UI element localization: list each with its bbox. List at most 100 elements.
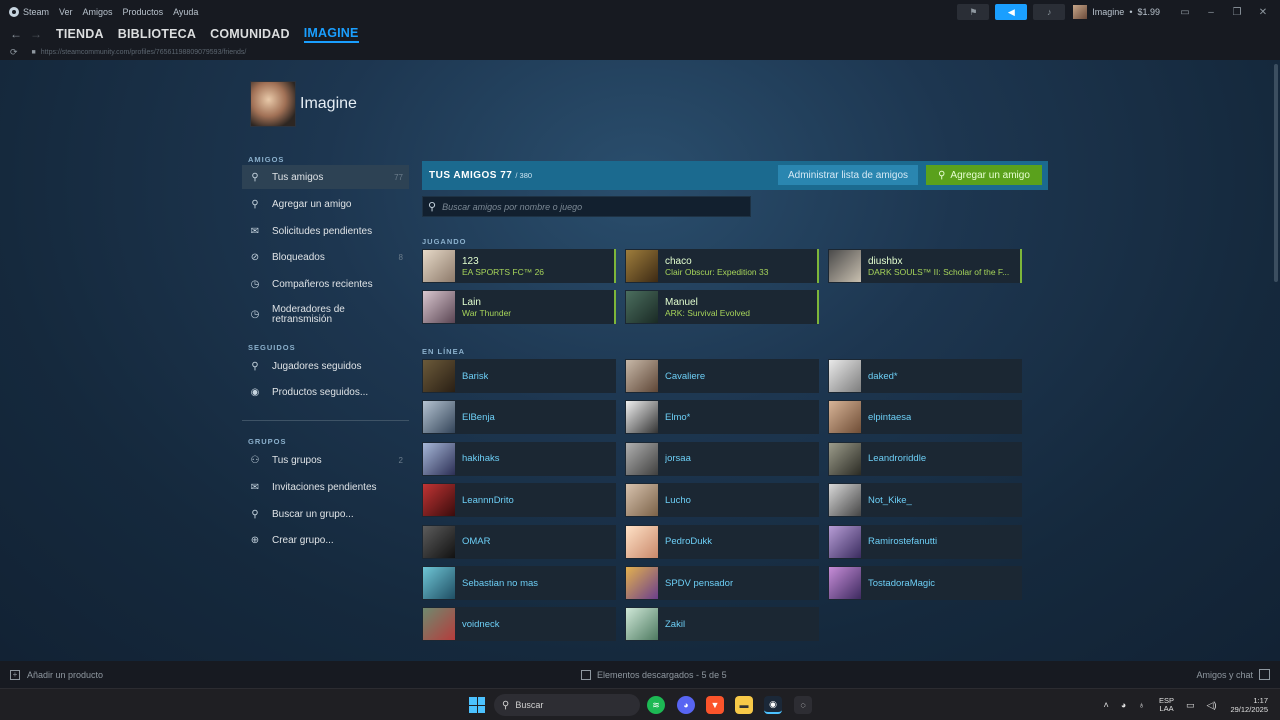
sidebar-item-solicitudes[interactable]: ✉ Solicitudes pendientes — [242, 219, 409, 243]
downloads-status[interactable]: Elementos descargados - 5 de 5 — [581, 669, 727, 680]
sidebar-item-productos-seguidos[interactable]: ◉ Productos seguidos... — [242, 380, 409, 404]
friend-card-online[interactable]: Lucho — [625, 483, 819, 518]
sidebar-item-label: Jugadores seguidos — [272, 360, 362, 372]
profile-name[interactable]: Imagine — [300, 95, 357, 113]
profile-avatar[interactable] — [250, 81, 296, 127]
volume-icon[interactable]: ◁) — [1207, 700, 1217, 711]
sidebar-item-tus-grupos[interactable]: ⚇ Tus grupos 2 — [242, 448, 409, 472]
tab-imagine[interactable]: IMAGINE — [303, 26, 359, 43]
sidebar-heading-seguidos: SEGUIDOS — [248, 343, 296, 352]
friend-name: Sebastian no mas — [462, 577, 539, 589]
menu-ayuda[interactable]: Ayuda — [173, 7, 198, 17]
sidebar-item-moderadores[interactable]: ◷ Moderadores de retransmisión — [242, 300, 409, 330]
friend-card-online[interactable]: elpintaesa — [828, 400, 1022, 435]
friend-card-online[interactable]: jorsaa — [625, 441, 819, 476]
account-menu[interactable]: Imagine • $1.99 — [1073, 5, 1160, 19]
chevron-up-icon[interactable]: ˄ — [1104, 700, 1109, 710]
friend-card-playing[interactable]: chaco Clair Obscur: Expedition 33 — [625, 249, 819, 283]
reload-icon[interactable]: ⟳ — [10, 47, 18, 58]
friends-title-label: TUS AMIGOS — [429, 170, 497, 181]
friend-card-online[interactable]: Sebastian no mas — [422, 566, 616, 600]
sidebar-item-invitaciones[interactable]: ✉ Invitaciones pendientes — [242, 475, 409, 499]
steam-taskbar-icon[interactable]: ◉ — [764, 696, 782, 714]
manage-friends-button[interactable]: Administrar lista de amigos — [778, 165, 918, 185]
menu-productos[interactable]: Productos — [123, 7, 164, 17]
clock-icon: ◷ — [250, 278, 260, 290]
friend-card-playing[interactable]: 123 EA SPORTS FC™ 26 — [422, 249, 616, 283]
main-content: Imagine AMIGOS ⚲ Tus amigos 77 ⚲ Agregar… — [0, 60, 1280, 661]
sidebar-item-agregar-amigo[interactable]: ⚲ Agregar un amigo — [242, 192, 409, 216]
discord-tray-icon[interactable]: ◕ — [1121, 700, 1126, 710]
discord-icon[interactable]: ◕ — [677, 696, 695, 714]
menu-ver[interactable]: Ver — [59, 7, 73, 17]
friend-card-online[interactable]: OMAR — [422, 524, 616, 559]
sidebar-item-label: Compañeros recientes — [272, 278, 373, 290]
add-product-link[interactable]: Añadir un producto — [27, 670, 103, 680]
friend-card-online[interactable]: Zakil — [625, 607, 819, 642]
friend-card-online[interactable]: voidneck — [422, 607, 616, 642]
screen-icon[interactable]: ▭ — [1174, 7, 1196, 18]
friend-name: daked* — [868, 370, 898, 382]
back-arrow-icon[interactable]: ← — [10, 27, 22, 41]
app-icon[interactable]: ◌ — [794, 696, 812, 714]
minimize-button[interactable]: – — [1200, 7, 1222, 18]
sidebar-item-buscar-grupo[interactable]: ⚲ Buscar un grupo... — [242, 502, 409, 526]
friend-card-online[interactable]: hakihaks — [422, 441, 616, 476]
controller-icon: ⚑ — [969, 6, 978, 17]
friend-card-online[interactable]: LeannnDrito — [422, 483, 616, 518]
menu-amigos[interactable]: Amigos — [83, 7, 113, 17]
friend-avatar — [829, 360, 861, 392]
close-button[interactable]: ✕ — [1252, 7, 1274, 18]
sidebar-item-bloqueados[interactable]: ⊘ Bloqueados 8 — [242, 245, 409, 269]
friend-avatar — [829, 442, 861, 475]
maximize-button[interactable]: ❐ — [1226, 7, 1248, 18]
brave-icon[interactable]: ▼ — [706, 696, 724, 714]
microphone-icon[interactable]: ♁ — [1138, 700, 1145, 710]
sidebar-item-tus-amigos[interactable]: ⚲ Tus amigos 77 — [242, 165, 409, 189]
friends-total: / 380 — [515, 171, 533, 180]
friend-name: hakihaks — [462, 453, 500, 465]
friend-avatar — [626, 250, 658, 282]
friend-card-playing[interactable]: diushbx DARK SOULS™ II: Scholar of the F.… — [828, 249, 1022, 283]
tab-biblioteca[interactable]: BIBLIOTECA — [118, 27, 196, 41]
sidebar-item-jugadores-seguidos[interactable]: ⚲ Jugadores seguidos — [242, 354, 409, 378]
forward-arrow-icon[interactable]: → — [30, 27, 42, 41]
friend-card-playing[interactable]: Lain War Thunder — [422, 290, 616, 324]
friend-card-online[interactable]: daked* — [828, 359, 1022, 393]
big-picture-button[interactable]: ⚑ — [957, 4, 990, 20]
friend-card-online[interactable]: Elmo* — [625, 400, 819, 435]
steam-logo-icon — [9, 7, 19, 17]
tab-tienda[interactable]: TIENDA — [56, 27, 104, 41]
friends-chat-button[interactable]: Amigos y chat — [1196, 669, 1270, 680]
tab-comunidad[interactable]: COMUNIDAD — [210, 27, 290, 41]
friend-card-online[interactable]: SPDV pensador — [625, 566, 819, 600]
friend-card-online[interactable]: Barisk — [422, 359, 616, 393]
steam-menu[interactable]: Steam — [9, 7, 49, 17]
notifications-button[interactable]: ♪ — [1033, 4, 1066, 20]
section-heading-playing: JUGANDO — [422, 237, 467, 246]
friend-card-online[interactable]: PedroDukk — [625, 524, 819, 559]
add-friend-button[interactable]: ⚲ Agregar un amigo — [926, 165, 1042, 185]
taskbar-search[interactable]: ⚲ Buscar — [494, 694, 640, 716]
friend-card-online[interactable]: ElBenja — [422, 400, 616, 435]
friend-card-online[interactable]: Cavaliere — [625, 359, 819, 393]
friend-card-online[interactable]: TostadoraMagic — [828, 566, 1022, 600]
account-balance: $1.99 — [1137, 7, 1160, 17]
sidebar-item-crear-grupo[interactable]: ⊕ Crear grupo... — [242, 528, 409, 552]
clock[interactable]: 1:17 29/12/2025 — [1230, 696, 1268, 714]
url-text[interactable]: https://steamcommunity.com/profiles/7656… — [41, 49, 247, 56]
start-button[interactable] — [469, 697, 485, 713]
friends-search-input[interactable] — [442, 201, 733, 212]
announcements-button[interactable]: ◀ — [995, 4, 1028, 20]
file-explorer-icon[interactable]: ▬ — [735, 696, 753, 714]
spotify-icon[interactable]: ≋ — [647, 696, 665, 714]
friend-card-online[interactable]: Ramirostefanutti — [828, 524, 1022, 559]
scrollbar[interactable] — [1274, 64, 1278, 282]
network-icon[interactable]: ▭ — [1186, 700, 1195, 711]
friends-header: TUS AMIGOS 77 / 380 Administrar lista de… — [422, 161, 1048, 190]
sidebar-item-companeros[interactable]: ◷ Compañeros recientes — [242, 272, 409, 296]
friend-card-playing[interactable]: Manuel ARK: Survival Evolved — [625, 290, 819, 324]
friend-card-online[interactable]: Not_Kike_ — [828, 483, 1022, 518]
friend-card-online[interactable]: Leandroriddle — [828, 441, 1022, 476]
language-indicator[interactable]: ESP LAA — [1159, 696, 1174, 714]
